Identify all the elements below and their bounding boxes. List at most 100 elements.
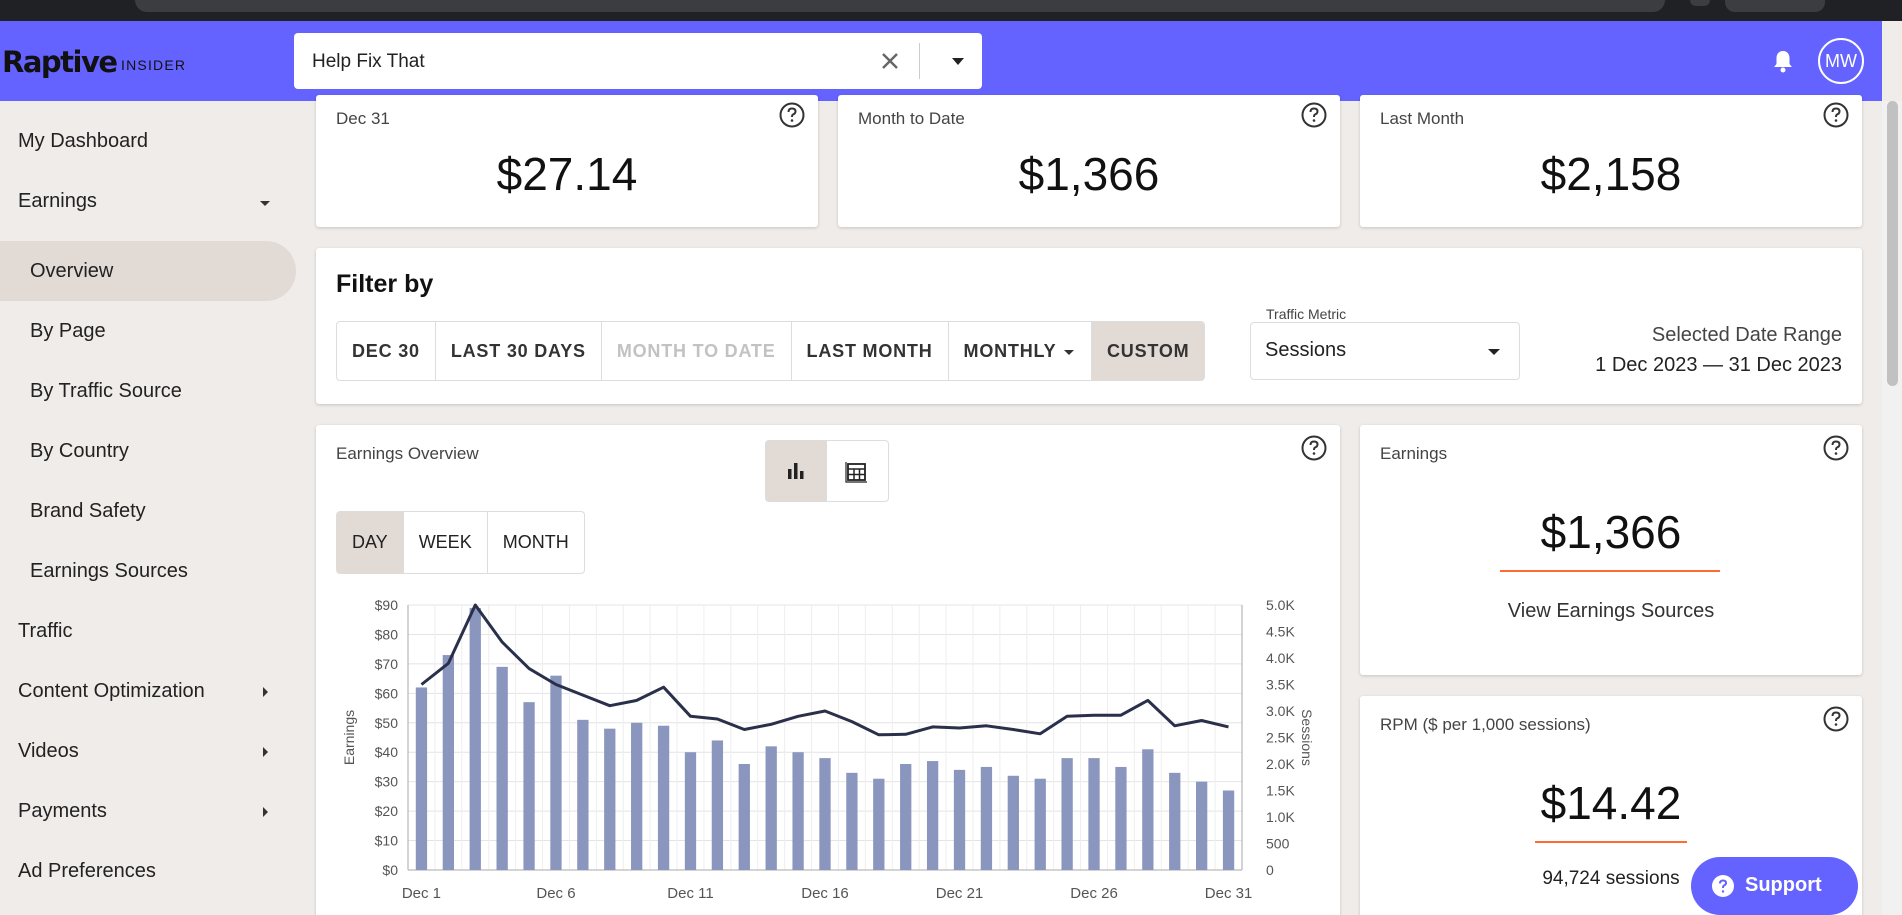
filter-custom[interactable]: CUSTOM xyxy=(1091,322,1205,380)
bar xyxy=(1142,749,1154,870)
traffic-metric-select[interactable]: Sessions xyxy=(1250,322,1520,380)
sidebar-item-payments[interactable]: Payments xyxy=(18,800,107,823)
stat-value: $1,366 xyxy=(1018,148,1160,200)
table-icon xyxy=(845,462,867,483)
sidebar-item-ad-preferences[interactable]: Ad Preferences xyxy=(18,860,156,883)
view-earnings-sources-link[interactable]: View Earnings Sources xyxy=(1360,600,1862,623)
chevron-right-icon[interactable] xyxy=(258,805,272,819)
rpm-card-value: $14.42 xyxy=(1540,777,1682,829)
chevron-down-icon xyxy=(1488,349,1500,355)
help-icon[interactable] xyxy=(1822,705,1850,733)
sidebar-item-overview[interactable]: Overview xyxy=(30,260,113,283)
support-button[interactable]: Support xyxy=(1691,857,1858,915)
y2-tick-label: 2.0K xyxy=(1266,756,1295,772)
y2-axis-title: Sessions xyxy=(1299,709,1315,766)
y2-tick-label: 1.5K xyxy=(1266,783,1295,799)
chevron-down-icon[interactable] xyxy=(258,196,272,210)
user-avatar[interactable]: MW xyxy=(1818,38,1864,84)
bar xyxy=(1034,778,1046,870)
browser-profile-button[interactable] xyxy=(1725,0,1825,12)
stat-label: Last Month xyxy=(1380,109,1465,128)
chevron-down-icon[interactable] xyxy=(944,47,972,75)
y-tick-label: $0 xyxy=(382,862,398,878)
filter-last-month[interactable]: LAST MONTH xyxy=(792,322,949,380)
bar xyxy=(953,769,966,870)
bar xyxy=(819,758,831,870)
bar xyxy=(657,725,670,870)
sidebar-item-brand-safety[interactable]: Brand Safety xyxy=(30,500,146,523)
scrollbar-thumb[interactable] xyxy=(1887,101,1898,386)
bar xyxy=(415,687,428,870)
help-icon xyxy=(1712,875,1734,897)
bar xyxy=(1115,766,1127,870)
bell-icon[interactable] xyxy=(1770,47,1796,75)
y2-tick-label: 3.5K xyxy=(1266,677,1295,693)
x-tick-label: Dec 31 xyxy=(1205,885,1253,902)
bar xyxy=(1061,758,1073,870)
earnings-overview-title: Earnings Overview xyxy=(336,444,479,463)
help-icon[interactable] xyxy=(1822,101,1850,129)
y2-tick-label: 0 xyxy=(1266,862,1274,878)
help-icon[interactable] xyxy=(1300,101,1328,129)
y2-tick-label: 3.0K xyxy=(1266,703,1295,719)
y-tick-label: $50 xyxy=(375,715,399,731)
bar xyxy=(469,607,481,870)
earnings-chart: $0 $10 $20 $30 $40 $50 $60 $70 $80 $90 0 500 1.0K 1.5… xyxy=(341,597,1315,902)
sidebar-item-traffic[interactable]: Traffic xyxy=(18,620,72,643)
bar xyxy=(496,666,508,870)
browser-toolbar xyxy=(0,0,1902,21)
bar xyxy=(980,766,993,870)
filter-card: Filter by DEC 30 LAST 30 DAYS MONTH TO D… xyxy=(316,248,1862,404)
filter-dec-30[interactable]: DEC 30 xyxy=(337,322,436,380)
site-selector[interactable]: Help Fix That xyxy=(294,33,982,89)
bar xyxy=(577,719,589,870)
chevron-right-icon[interactable] xyxy=(258,745,272,759)
sidebar-item-by-country[interactable]: By Country xyxy=(30,440,129,463)
help-icon[interactable] xyxy=(1300,434,1328,462)
filter-last-30-days[interactable]: LAST 30 DAYS xyxy=(436,322,602,380)
rpm-card-label: RPM ($ per 1,000 sessions) xyxy=(1380,715,1591,734)
sidebar-item-by-traffic-source[interactable]: By Traffic Source xyxy=(30,380,182,403)
browser-extension[interactable] xyxy=(1690,0,1710,6)
stat-label: Month to Date xyxy=(858,109,965,128)
support-label: Support xyxy=(1745,874,1822,896)
bar xyxy=(1007,775,1019,870)
sidebar-item-videos[interactable]: Videos xyxy=(18,740,79,763)
help-icon[interactable] xyxy=(1822,434,1850,462)
y-tick-label: $40 xyxy=(375,744,399,760)
sidebar-item-content-optimization[interactable]: Content Optimization xyxy=(18,680,205,703)
earnings-underline xyxy=(1500,570,1720,572)
traffic-metric-label: Traffic Metric xyxy=(1264,306,1349,322)
raptive-logo[interactable]: Raptive xyxy=(2,45,118,79)
help-icon[interactable] xyxy=(778,101,806,129)
bar xyxy=(604,728,616,870)
sidebar-item-my-dashboard[interactable]: My Dashboard xyxy=(18,130,148,153)
stat-card-last-month: Last Month $2,158 xyxy=(1360,95,1862,227)
bar xyxy=(1222,790,1235,870)
date-range-label: Selected Date Range xyxy=(1651,324,1842,346)
granularity-month[interactable]: MONTH xyxy=(488,512,584,573)
sidebar-item-earnings[interactable]: Earnings xyxy=(18,190,97,213)
bar xyxy=(550,675,562,870)
y-tick-label: $60 xyxy=(375,685,399,701)
clear-icon[interactable] xyxy=(874,45,906,77)
granularity-day[interactable]: DAY xyxy=(337,512,404,573)
chevron-right-icon[interactable] xyxy=(258,685,272,699)
sidebar-item-earnings-sources[interactable]: Earnings Sources xyxy=(30,560,188,583)
table-view-button[interactable] xyxy=(827,441,888,501)
x-tick-label: Dec 11 xyxy=(667,885,713,902)
y-axis-title: Earnings xyxy=(341,710,357,765)
granularity-toggle: DAY WEEK MONTH xyxy=(336,511,585,574)
granularity-week[interactable]: WEEK xyxy=(404,512,488,573)
filter-monthly[interactable]: MONTHLY xyxy=(949,322,1092,380)
y2-tick-label: 500 xyxy=(1266,836,1290,852)
chart-view-button[interactable] xyxy=(766,441,827,501)
address-bar[interactable] xyxy=(135,0,1665,12)
y2-tick-label: 2.5K xyxy=(1266,730,1295,746)
sidebar-item-by-page[interactable]: By Page xyxy=(30,320,106,343)
selector-divider xyxy=(919,43,920,79)
stat-value: $2,158 xyxy=(1540,148,1682,200)
sidebar: My Dashboard Earnings Overview By Page B… xyxy=(0,101,300,915)
filter-month-to-date: MONTH TO DATE xyxy=(602,322,792,380)
earnings-card-value: $1,366 xyxy=(1540,506,1682,558)
